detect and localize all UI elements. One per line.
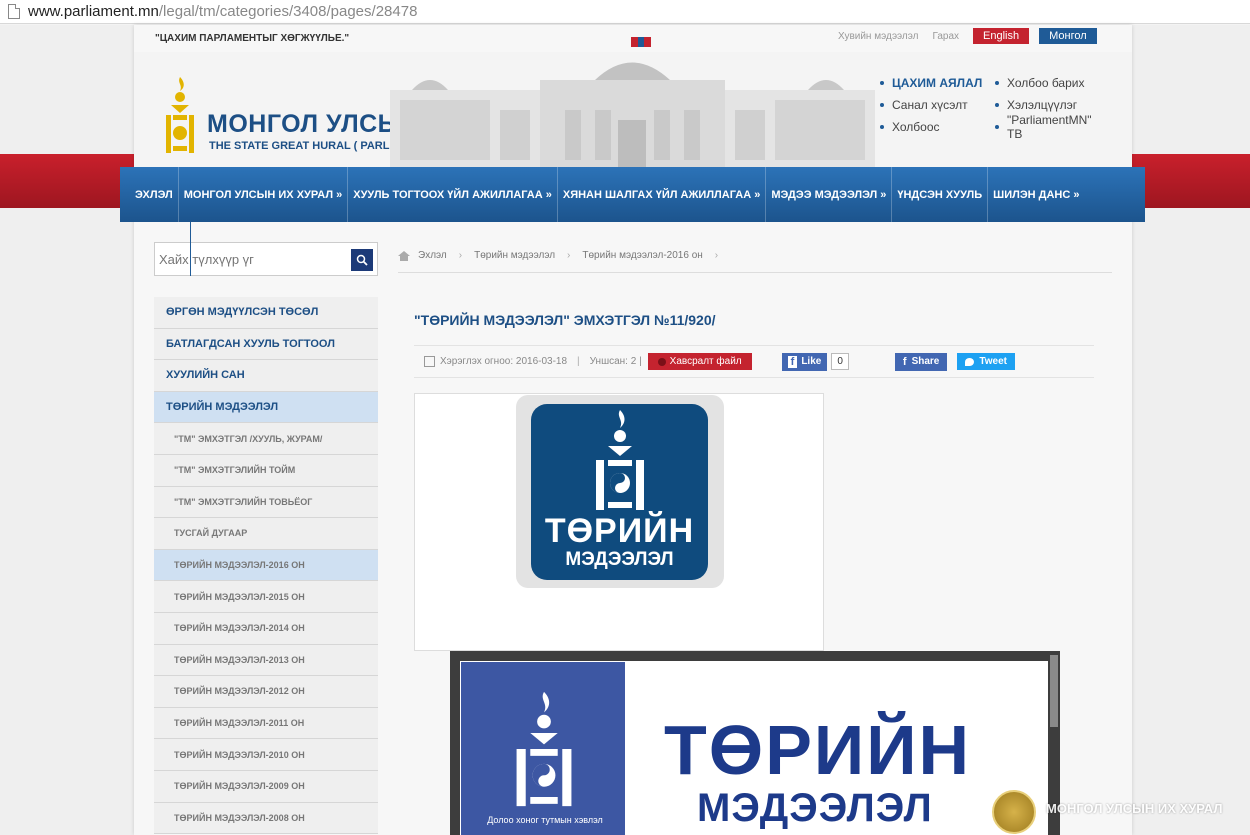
sidebar-subitem[interactable]: "ТМ" ЭМХЭТГЭЛИЙН ТОЙМ	[154, 454, 378, 487]
page-icon	[8, 4, 20, 19]
main-nav: ЭХЛЭЛ МОНГОЛ УЛСЫН ИХ ХУРАЛ » ХУУЛЬ ТОГТ…	[120, 167, 1145, 222]
breadcrumb-level1[interactable]: Төрийн мэдээлэл	[474, 250, 555, 261]
sidebar: ӨРГӨН МЭДҮҮЛСЭН ТӨСӨЛ БАТЛАГДСАН ХУУЛЬ ТО…	[154, 297, 378, 835]
top-links: Хувийн мэдээлэл Гарах English Монгол	[838, 28, 1097, 44]
nav-item-news[interactable]: МЭДЭЭ МЭДЭЭЛЭЛ »	[766, 167, 893, 222]
article-title: "ТӨРИЙН МЭДЭЭЛЭЛ" ЭМХЭТГЭЛ №11/920/	[414, 312, 716, 328]
sidebar-subitem[interactable]: ТӨРИЙН МЭДЭЭЛЭЛ-2008 ОН	[154, 802, 378, 835]
sidebar-subitem[interactable]: ТӨРИЙН МЭДЭЭЛЭЛ-2012 ОН	[154, 676, 378, 708]
twitter-icon	[965, 357, 975, 366]
sidebar-subitem[interactable]: ТУСГАЙ ДУГААР	[154, 518, 378, 550]
sidebar-subitem[interactable]: ТӨРИЙН МЭДЭЭЛЭЛ-2015 ОН	[154, 581, 378, 613]
virtual-tour-link[interactable]: ЦАХИМ АЯЛАЛ	[880, 76, 995, 90]
facebook-icon: f	[787, 355, 798, 368]
nav-item-oversight[interactable]: ХЯНАН ШАЛГАХ ҮЙЛ АЖИЛЛАГАА »	[558, 167, 767, 222]
calendar-icon	[424, 356, 435, 367]
sidebar-item[interactable]: ХУУЛИЙН САН	[154, 360, 378, 392]
english-button[interactable]: English	[973, 28, 1030, 44]
facebook-icon: f	[902, 355, 907, 368]
home-icon	[398, 250, 410, 261]
discussion-link[interactable]: Хэлэлцүүлэг	[995, 98, 1110, 112]
sidebar-subitem[interactable]: ТӨРИЙН МЭДЭЭЛЭЛ-2013 ОН	[154, 644, 378, 677]
header-links: ЦАХИМ АЯЛАЛ Холбоо барих Санал хүсэлт Хэ…	[880, 72, 1120, 141]
meta-separator: |	[577, 356, 580, 367]
chevron-right-icon: ›	[714, 250, 719, 261]
chevron-right-icon: ›	[458, 250, 463, 261]
watermark-text: МОНГОЛ УЛСЫН ИХ ХУРАЛ	[1046, 801, 1223, 816]
nav-item-parliament[interactable]: МОНГОЛ УЛСЫН ИХ ХУРАЛ »	[179, 167, 349, 222]
nav-item-home[interactable]: ЭХЛЭЛ	[130, 167, 179, 222]
sidebar-subitem[interactable]: ТӨРИЙН МЭДЭЭЛЭЛ-2010 ОН	[154, 739, 378, 771]
cover1-subtitle: МЭДЭЭЛЭЛ	[565, 549, 674, 570]
mongol-button[interactable]: Монгол	[1039, 28, 1097, 44]
soyombo-icon	[516, 691, 572, 807]
contact-link[interactable]: Холбоо барих	[995, 76, 1110, 90]
sidebar-subitem[interactable]: "ТМ" ЭМХЭТГЭЛИЙН ТОВЬЁОГ	[154, 486, 378, 519]
search-box	[154, 242, 378, 276]
attachment-icon	[657, 357, 666, 366]
links-link[interactable]: Холбоос	[880, 120, 995, 134]
breadcrumb: Эхлэл › Төрийн мэдээлэл › Төрийн мэдээлэ…	[398, 250, 730, 261]
search-button[interactable]	[351, 249, 373, 271]
cover2-subtitle: МЭДЭЭЛЭЛ	[697, 786, 933, 830]
sidebar-item[interactable]: ТӨРИЙН МЭДЭЭЛЭЛ	[154, 391, 378, 424]
article-meta-bar: Хэрэглэх огноо: 2016-03-18 | Уншсан: 2 |…	[414, 345, 1094, 378]
state-seal-icon	[992, 790, 1036, 834]
address-bar[interactable]: www.parliament.mn/legal/tm/categories/34…	[0, 0, 1250, 24]
url-path: /legal/tm/categories/3408/pages/28478	[158, 3, 418, 20]
tweet-button[interactable]: Tweet	[957, 353, 1015, 370]
text-cursor	[190, 222, 191, 276]
like-count: 0	[831, 353, 849, 370]
cover2-caption: Долоо хоног тутмын хэвлэл	[487, 815, 603, 825]
nav-item-legislation[interactable]: ХУУЛЬ ТОГТООХ ҮЙЛ АЖИЛЛАГАА »	[348, 167, 558, 222]
sidebar-subitem[interactable]: ТӨРИЙН МЭДЭЭЛЭЛ-2014 ОН	[154, 612, 378, 645]
view-count: Уншсан: 2 |	[589, 356, 642, 367]
cover1-title: ТӨРИЙН	[544, 512, 695, 550]
parliament-tv-link[interactable]: "ParliamentMN" ТВ	[995, 113, 1110, 141]
search-input[interactable]	[159, 249, 349, 269]
attachment-button[interactable]: Хавсралт файл	[647, 353, 752, 370]
facebook-like-button[interactable]: f Like 0	[781, 352, 849, 371]
parliament-building-image	[390, 62, 875, 168]
sidebar-subitem[interactable]: ТӨРИЙН МЭДЭЭЛЭЛ-2009 ОН	[154, 770, 378, 803]
search-icon	[356, 254, 368, 266]
sidebar-subitem[interactable]: ТӨРИЙН МЭДЭЭЛЭЛ-2016 ОН	[154, 549, 378, 582]
breadcrumb-home[interactable]: Эхлэл	[418, 250, 447, 261]
url-host: www.parliament.mn	[28, 3, 159, 20]
soyombo-icon	[596, 410, 644, 510]
sidebar-item[interactable]: ӨРГӨН МЭДҮҮЛСЭН ТӨСӨЛ	[154, 297, 378, 329]
soyombo-emblem-icon[interactable]	[160, 75, 200, 155]
nav-item-constitution[interactable]: ҮНДСЭН ХУУЛЬ	[892, 167, 989, 222]
breadcrumb-level2[interactable]: Төрийн мэдээлэл-2016 он	[582, 250, 702, 261]
feedback-link[interactable]: Санал хүсэлт	[880, 98, 995, 112]
logout-link[interactable]: Гарах	[932, 31, 959, 42]
sidebar-subitem[interactable]: ТӨРИЙН МЭДЭЭЛЭЛ-2011 ОН	[154, 707, 378, 740]
sidebar-subitem[interactable]: "ТМ" ЭМХЭТГЭЛ /ХУУЛЬ, ЖУРАМ/	[154, 423, 378, 455]
profile-link[interactable]: Хувийн мэдээлэл	[838, 31, 918, 42]
flag-icon	[631, 37, 652, 47]
scrollbar-thumb[interactable]	[1050, 655, 1058, 727]
facebook-share-button[interactable]: f Share	[894, 352, 948, 371]
sidebar-item[interactable]: БАТЛАГДСАН ХУУЛЬ ТОГТООЛ	[154, 328, 378, 361]
chevron-right-icon: ›	[567, 250, 571, 261]
slogan: "ЦАХИМ ПАРЛАМЕНТЫГ ХӨГЖҮҮЛЬЕ."	[155, 33, 350, 44]
divider	[398, 272, 1112, 273]
nav-item-transparency[interactable]: ШИЛЭН ДАНС »	[988, 167, 1084, 222]
published-date: Хэрэглэх огноо: 2016-03-18	[440, 356, 568, 367]
cover2-title: ТӨРИЙН	[664, 711, 972, 789]
